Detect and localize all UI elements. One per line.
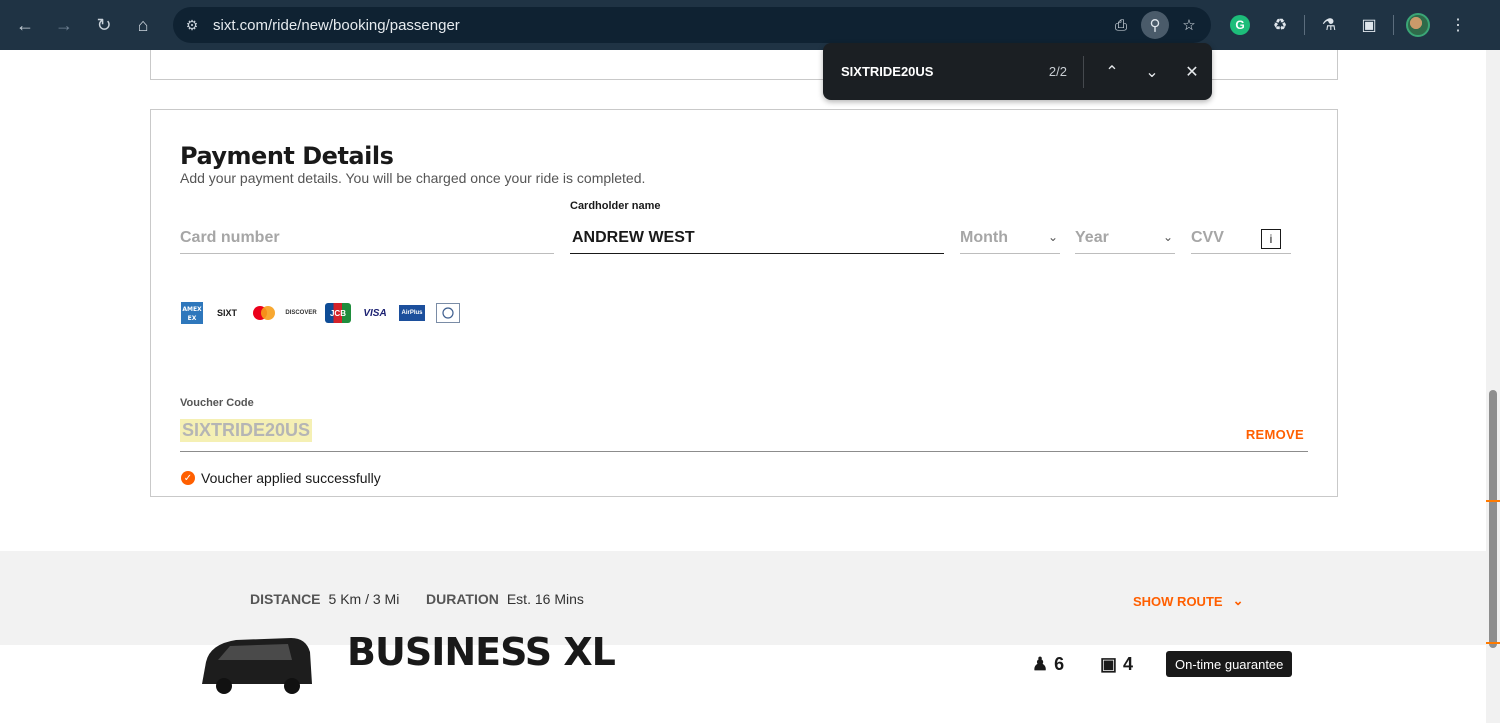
year-select[interactable]: Year ⌄: [1075, 218, 1175, 254]
svg-text:EX: EX: [188, 315, 197, 322]
voucher-status-text: Voucher applied successfully: [201, 470, 381, 486]
vehicle-image: [202, 638, 312, 694]
duration-value: Est. 16 Mins: [506, 591, 584, 607]
toolbar-divider: [1393, 15, 1394, 35]
diners-club-icon: [436, 303, 460, 323]
luggage-capacity: ▣ 4: [1100, 654, 1133, 675]
card-number-field[interactable]: Card number: [180, 218, 554, 254]
check-circle-icon: ✓: [181, 471, 195, 485]
find-divider: [1083, 55, 1084, 88]
chevron-down-icon: ⌄: [1232, 593, 1244, 608]
payment-subtitle: Add your payment details. You will be ch…: [180, 170, 646, 186]
site-info-icon[interactable]: ⚙: [179, 17, 205, 34]
airplus-icon: AirPlus: [399, 305, 425, 321]
find-icon[interactable]: ⚲: [1141, 11, 1169, 39]
voucher-code-value[interactable]: SIXTRIDE20US: [180, 419, 313, 442]
month-placeholder: Month: [960, 229, 1008, 246]
show-route-button[interactable]: SHOW ROUTE ⌄: [1133, 593, 1243, 609]
voucher-code-label: Voucher Code: [180, 397, 254, 409]
amex-icon: AMEX EX: [181, 302, 203, 324]
passenger-capacity: ♟ 6: [1032, 654, 1064, 675]
duration-info: DURATION Est. 16 Mins: [426, 591, 584, 607]
cardholder-name-field[interactable]: Cardholder name ANDREW WEST: [570, 200, 944, 254]
browser-toolbar: ← → ↻ ⌂ ⚙ sixt.com/ride/new/booking/pass…: [0, 0, 1500, 50]
chevron-down-icon: ⌄: [1047, 230, 1058, 244]
find-match-count: 2/2: [1048, 64, 1067, 79]
toolbar-divider: [1304, 15, 1305, 35]
luggage-icon: ▣: [1100, 654, 1118, 674]
mastercard-icon: [251, 303, 277, 323]
find-bar: SIXTRIDE20US 2/2 ⌃ ⌄ ✕: [823, 43, 1212, 100]
menu-icon[interactable]: ⋮: [1442, 9, 1474, 41]
find-next-icon[interactable]: ⌄: [1132, 52, 1172, 92]
chevron-down-icon: ⌄: [1162, 230, 1173, 244]
distance-info: DISTANCE 5 Km / 3 Mi: [250, 591, 399, 607]
cvv-placeholder: CVV: [1191, 229, 1224, 246]
card-number-placeholder: Card number: [180, 229, 280, 246]
profile-avatar[interactable]: [1402, 9, 1434, 41]
visa-icon: VISA: [363, 307, 387, 319]
labs-icon[interactable]: ⚗: [1313, 9, 1345, 41]
passengers-icon: ♟: [1032, 654, 1049, 674]
voucher-code-field[interactable]: SIXTRIDE20US REMOVE: [180, 415, 1308, 452]
reload-icon[interactable]: ↻: [84, 5, 124, 45]
luggage-count: 4: [1123, 654, 1134, 674]
back-icon[interactable]: ←: [5, 5, 45, 45]
cardholder-name-label: Cardholder name: [570, 200, 661, 212]
distance-value: 5 Km / 3 Mi: [328, 591, 400, 607]
url-text[interactable]: sixt.com/ride/new/booking/passenger: [213, 17, 460, 34]
page-content: Payment Details Add your payment details…: [0, 50, 1486, 723]
jcb-icon: JCB: [325, 303, 351, 323]
vehicle-class-name: BUSINESS XL: [347, 630, 616, 674]
forward-icon[interactable]: →: [44, 5, 84, 45]
accepted-cards-row: AMEX EX SIXT DISCOVER JCB VISA AirPlus: [181, 302, 460, 324]
passenger-count: 6: [1054, 654, 1065, 674]
home-icon[interactable]: ⌂: [123, 5, 163, 45]
sixt-card-icon: SIXT: [216, 308, 237, 318]
page-scrollbar[interactable]: [1486, 50, 1500, 723]
find-match-marker: [1486, 500, 1500, 502]
route-summary-band: DISTANCE 5 Km / 3 Mi DURATION Est. 16 Mi…: [0, 551, 1486, 645]
grammarly-icon[interactable]: G: [1224, 9, 1256, 41]
extensions-icon[interactable]: ♻: [1264, 9, 1296, 41]
bookmark-star-icon[interactable]: ☆: [1175, 11, 1203, 39]
voucher-success-message: ✓ Voucher applied successfully: [181, 470, 381, 486]
month-select[interactable]: Month ⌄: [960, 218, 1060, 254]
find-previous-icon[interactable]: ⌃: [1092, 52, 1132, 92]
lens-icon[interactable]: ▣: [1353, 9, 1385, 41]
address-bar[interactable]: ⚙ sixt.com/ride/new/booking/passenger ⎙ …: [173, 7, 1211, 43]
cvv-field[interactable]: CVV i: [1191, 218, 1291, 254]
duration-label: DURATION: [426, 591, 499, 607]
info-icon[interactable]: i: [1261, 229, 1281, 249]
find-match-marker: [1486, 642, 1500, 644]
distance-label: DISTANCE: [250, 591, 321, 607]
payment-details-card: Payment Details Add your payment details…: [150, 109, 1338, 497]
cardholder-name-value[interactable]: ANDREW WEST: [572, 229, 695, 247]
discover-icon: DISCOVER: [285, 310, 317, 316]
payment-title: Payment Details: [180, 142, 394, 170]
show-route-label: SHOW ROUTE: [1133, 593, 1223, 609]
on-time-guarantee-badge: On-time guarantee: [1166, 651, 1293, 677]
remove-voucher-button[interactable]: REMOVE: [1246, 427, 1304, 442]
install-icon[interactable]: ⎙: [1107, 11, 1135, 39]
year-placeholder: Year: [1075, 229, 1109, 246]
amex-logo-text: AMEX: [182, 306, 202, 313]
find-close-icon[interactable]: ✕: [1172, 52, 1212, 92]
find-input[interactable]: SIXTRIDE20US: [841, 64, 1031, 79]
scrollbar-thumb[interactable]: [1489, 390, 1497, 648]
